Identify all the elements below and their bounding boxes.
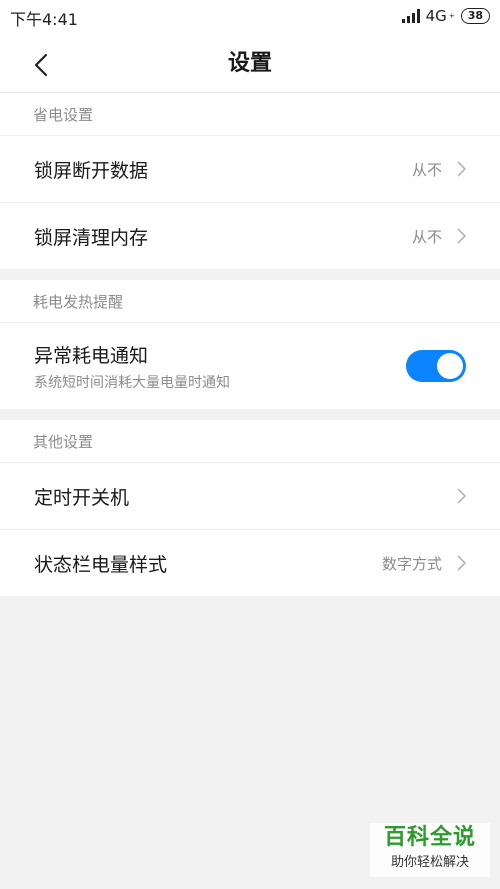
row-label: 定时开关机 bbox=[34, 486, 130, 509]
signal-icon bbox=[401, 9, 420, 23]
chevron-right-icon bbox=[457, 161, 466, 177]
watermark-logo: 百科全说 助你轻松解决 bbox=[370, 823, 490, 877]
row-scheduled-power[interactable]: 定时开关机 bbox=[0, 463, 500, 530]
status-icons: 4G + 38 bbox=[401, 7, 490, 25]
chevron-right-icon bbox=[457, 228, 466, 244]
row-battery-style[interactable]: 状态栏电量样式 数字方式 bbox=[0, 530, 500, 596]
battery-icon: 38 bbox=[460, 8, 490, 24]
toggle-knob bbox=[437, 353, 463, 379]
section-header: 耗电发热提醒 bbox=[0, 280, 500, 323]
chevron-right-icon bbox=[457, 555, 466, 571]
top-bar: 下午4:41 4G + 38 设置 bbox=[0, 0, 500, 93]
abnormal-power-toggle[interactable] bbox=[406, 350, 466, 382]
row-label: 状态栏电量样式 bbox=[34, 553, 168, 576]
section-power-alert: 耗电发热提醒 异常耗电通知 系统短时间消耗大量电量时通知 bbox=[0, 280, 500, 409]
network-type: 4G bbox=[425, 7, 447, 25]
status-time: 下午4:41 bbox=[10, 10, 78, 29]
row-value: 从不 bbox=[411, 160, 442, 179]
section-gap bbox=[0, 409, 500, 420]
row-lock-disconnect-data[interactable]: 锁屏断开数据 从不 bbox=[0, 136, 500, 203]
row-value: 从不 bbox=[411, 227, 442, 246]
watermark-main: 百科全说 bbox=[383, 825, 476, 850]
page-title: 设置 bbox=[227, 51, 272, 76]
toggle-title: 异常耗电通知 bbox=[34, 344, 149, 367]
section-header: 其他设置 bbox=[0, 420, 500, 463]
network-sub: + bbox=[448, 12, 455, 20]
section-other: 其他设置 定时开关机 状态栏电量样式 数字方式 bbox=[0, 420, 500, 596]
section-power-saving: 省电设置 锁屏断开数据 从不 锁屏清理内存 从不 bbox=[0, 93, 500, 269]
chevron-right-icon bbox=[457, 488, 466, 504]
toggle-text: 异常耗电通知 系统短时间消耗大量电量时通知 bbox=[34, 341, 406, 392]
row-label: 锁屏清理内存 bbox=[34, 226, 149, 249]
row-lock-clear-memory[interactable]: 锁屏清理内存 从不 bbox=[0, 203, 500, 269]
watermark-sub: 助你轻松解决 bbox=[390, 855, 469, 870]
row-value: 数字方式 bbox=[381, 554, 442, 573]
section-header: 省电设置 bbox=[0, 93, 500, 136]
row-abnormal-power-notify: 异常耗电通知 系统短时间消耗大量电量时通知 bbox=[0, 323, 500, 409]
row-label: 锁屏断开数据 bbox=[34, 159, 149, 182]
toggle-subtitle: 系统短时间消耗大量电量时通知 bbox=[34, 374, 230, 391]
section-gap bbox=[0, 269, 500, 280]
